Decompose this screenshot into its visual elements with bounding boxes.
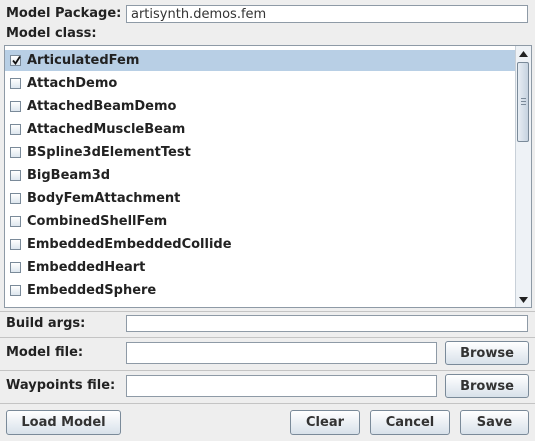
list-item[interactable]: AttachedBeamDemo — [5, 96, 517, 117]
list-item[interactable]: EmbeddedHeart — [5, 257, 517, 278]
list-item[interactable]: BSpline3dElementTest — [5, 142, 517, 163]
scroll-thumb[interactable] — [517, 62, 529, 142]
model-class-list[interactable]: ArticulatedFem AttachDemo AttachedBeamDemo… — [4, 45, 532, 308]
model-class-list-items: ArticulatedFem AttachDemo AttachedBeamDemo… — [5, 46, 517, 307]
list-item-label: AttachedMuscleBeam — [27, 122, 186, 137]
separator — [0, 370, 535, 371]
list-item-label: ArticulatedFem — [27, 53, 140, 68]
checkbox-icon[interactable] — [10, 262, 21, 273]
list-item[interactable]: EmbeddedSphere — [5, 280, 517, 301]
list-item-label: AttachedBeamDemo — [27, 99, 177, 114]
list-item-label: EmbeddedHeart — [27, 260, 146, 275]
list-item[interactable]: BodyFemAttachment — [5, 188, 517, 209]
build-args-label: Build args: — [6, 316, 86, 331]
model-file-input[interactable] — [126, 342, 437, 364]
save-button[interactable]: Save — [460, 410, 529, 435]
checkbox-icon[interactable] — [10, 147, 21, 158]
cancel-button[interactable]: Cancel — [370, 410, 450, 435]
build-args-input[interactable] — [126, 315, 528, 332]
checkbox-icon[interactable] — [10, 216, 21, 227]
list-item[interactable]: ArticulatedFem — [5, 50, 517, 71]
model-package-label: Model Package: — [6, 6, 122, 21]
waypoints-file-input[interactable] — [126, 375, 437, 397]
waypoints-file-label: Waypoints file: — [6, 378, 116, 393]
model-class-label: Model class: — [6, 26, 97, 41]
model-package-input[interactable] — [126, 5, 528, 23]
separator — [0, 337, 535, 338]
model-file-label: Model file: — [6, 345, 84, 360]
clear-button[interactable]: Clear — [290, 410, 360, 435]
list-item[interactable]: AttachedMuscleBeam — [5, 119, 517, 140]
checkbox-icon[interactable] — [10, 193, 21, 204]
waypoints-file-browse-button[interactable]: Browse — [445, 374, 529, 398]
checkbox-icon[interactable] — [10, 285, 21, 296]
checkbox-icon[interactable] — [10, 239, 21, 250]
model-file-browse-button[interactable]: Browse — [445, 341, 529, 365]
list-item[interactable]: CombinedShellFem — [5, 211, 517, 232]
scroll-down-button[interactable] — [516, 292, 531, 307]
list-item-label: BigBeam3d — [27, 168, 111, 183]
checkbox-icon[interactable] — [10, 124, 21, 135]
checkbox-icon[interactable] — [10, 101, 21, 112]
list-item-label: EmbeddedEmbeddedCollide — [27, 237, 232, 252]
arrow-up-icon — [519, 50, 528, 57]
checkbox-icon[interactable] — [10, 78, 21, 89]
checkbox-checked-icon[interactable] — [10, 55, 21, 66]
vertical-scrollbar[interactable] — [515, 46, 531, 307]
list-item-label: BodyFemAttachment — [27, 191, 181, 206]
list-item-label: AttachDemo — [27, 76, 118, 91]
scroll-up-button[interactable] — [516, 46, 531, 61]
list-item[interactable]: BigBeam3d — [5, 165, 517, 186]
model-dialog: Model Package: Model class: ArticulatedF… — [0, 0, 535, 441]
list-item[interactable]: AttachDemo — [5, 73, 517, 94]
checkbox-icon[interactable] — [10, 170, 21, 181]
list-item-label: BSpline3dElementTest — [27, 145, 191, 160]
list-item[interactable]: EmbeddedEmbeddedCollide — [5, 234, 517, 255]
load-model-button[interactable]: Load Model — [6, 410, 121, 435]
list-item-label: EmbeddedSphere — [27, 283, 157, 298]
list-item-label: CombinedShellFem — [27, 214, 168, 229]
separator — [0, 311, 535, 312]
arrow-down-icon — [519, 296, 528, 303]
separator — [0, 403, 535, 404]
